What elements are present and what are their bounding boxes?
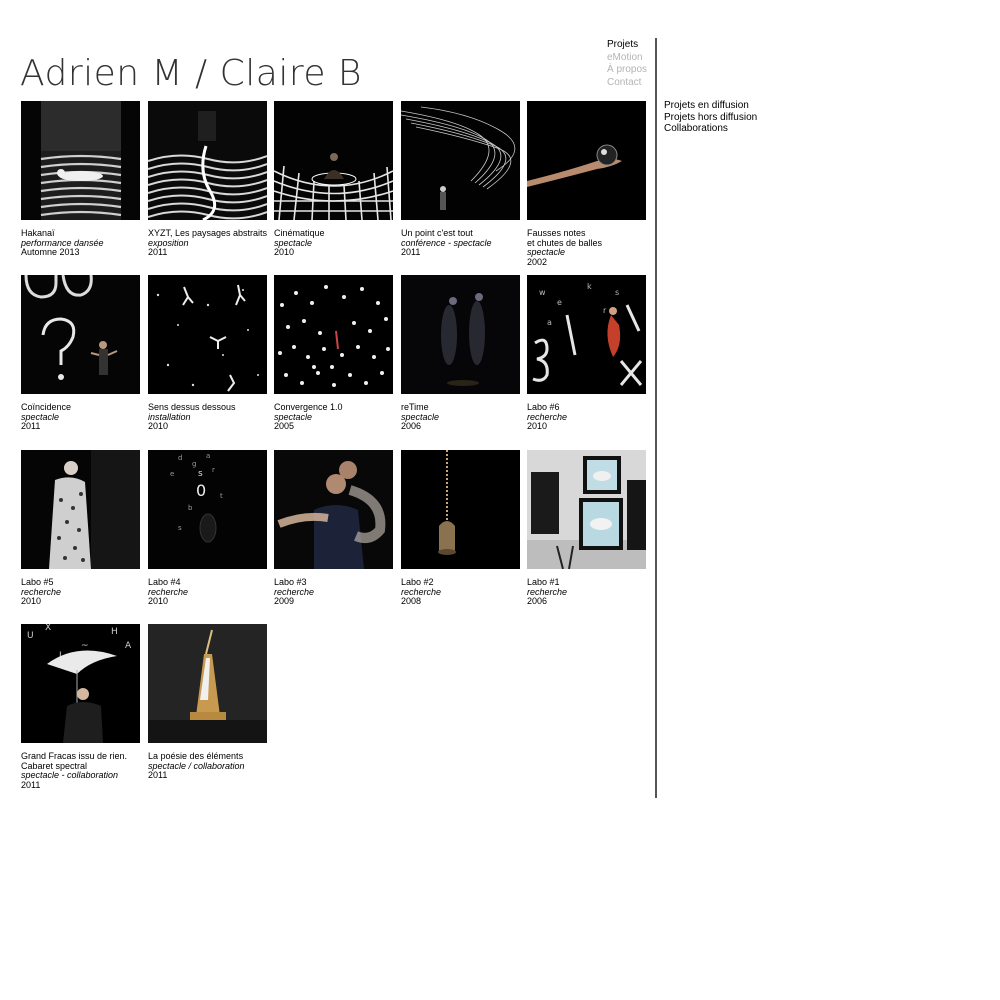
projected-woman-thumbnail bbox=[21, 450, 140, 569]
svg-text:s: s bbox=[178, 524, 182, 532]
svg-text:d: d bbox=[178, 454, 182, 462]
project-card[interactable]: Hakanaï performance dansée Automne 2013 bbox=[21, 101, 140, 258]
project-date: 2005 bbox=[274, 421, 295, 431]
project-card[interactable]: Coïncidence spectacle 2011 bbox=[21, 275, 140, 432]
nav-item-emotion[interactable]: eMotion bbox=[607, 52, 647, 65]
svg-text:g: g bbox=[192, 460, 196, 468]
project-card[interactable]: Labo #5 recherche 2010 bbox=[21, 450, 140, 607]
project-card[interactable]: Convergence 1.0 spectacle 2005 bbox=[274, 275, 393, 432]
dancer-on-stripes-thumbnail bbox=[21, 101, 140, 220]
svg-text:H: H bbox=[111, 627, 118, 637]
project-thumbnail[interactable] bbox=[401, 450, 520, 569]
subnav-item-collaborations[interactable]: Collaborations bbox=[664, 123, 757, 135]
subnav-item-hors-diffusion[interactable]: Projets hors diffusion bbox=[664, 112, 757, 124]
svg-text:A: A bbox=[125, 641, 132, 651]
grid-floor-thumbnail bbox=[274, 101, 393, 220]
project-date: 2010 bbox=[148, 596, 169, 606]
letters-storm-thumbnail: wek rsa bbox=[527, 275, 646, 394]
particle-wave-thumbnail bbox=[401, 101, 520, 220]
project-date: 2010 bbox=[148, 421, 169, 431]
project-card[interactable]: reTime spectacle 2006 bbox=[401, 275, 520, 432]
project-card[interactable]: Sens dessus dessous installation 2010 bbox=[148, 275, 267, 432]
svg-text:a: a bbox=[206, 452, 210, 460]
subnav-item-en-diffusion[interactable]: Projets en diffusion bbox=[664, 100, 757, 112]
svg-text:~: ~ bbox=[81, 641, 89, 651]
project-date: 2011 bbox=[21, 779, 41, 790]
project-card[interactable]: wek rsa Labo #6 recherche 2010 bbox=[527, 275, 646, 432]
light-beam-object-thumbnail bbox=[401, 450, 520, 569]
project-date: 2006 bbox=[401, 421, 422, 431]
question-mark-thumbnail bbox=[21, 275, 140, 394]
project-card[interactable]: XYZT, Les paysages abstraits exposition … bbox=[148, 101, 267, 258]
svg-text:s: s bbox=[615, 288, 619, 297]
svg-text:X: X bbox=[45, 624, 51, 633]
svg-text:b: b bbox=[188, 504, 193, 512]
particle-cloud-thumbnail bbox=[274, 275, 393, 394]
project-thumbnail[interactable]: wek rsa bbox=[527, 275, 646, 394]
project-thumbnail[interactable] bbox=[274, 275, 393, 394]
project-card[interactable]: Cinématique spectacle 2010 bbox=[274, 101, 393, 258]
svg-text:r: r bbox=[212, 466, 215, 474]
project-thumbnail[interactable]: UXH A~L bbox=[21, 624, 140, 743]
project-date: 2002 bbox=[527, 256, 548, 267]
project-date: 2011 bbox=[21, 421, 41, 431]
main-nav: Projets eMotion À propos Contact bbox=[607, 39, 647, 89]
project-thumbnail[interactable] bbox=[21, 275, 140, 394]
falling-letters-thumbnail: d g a e r b t s 0 s bbox=[148, 450, 267, 569]
project-thumbnail[interactable] bbox=[21, 101, 140, 220]
project-date: 2010 bbox=[21, 596, 42, 606]
project-date: 2011 bbox=[401, 247, 421, 257]
abstract-landscape-thumbnail bbox=[148, 101, 267, 220]
svg-text:U: U bbox=[27, 631, 34, 641]
project-card[interactable]: dga erb ts 0 s Labo #4 recherche 2010 bbox=[148, 450, 267, 607]
project-thumbnail[interactable] bbox=[527, 101, 646, 220]
project-date: 2011 bbox=[148, 770, 168, 780]
nav-item-a-propos[interactable]: À propos bbox=[607, 64, 647, 77]
project-card[interactable]: Labo #3 recherche 2009 bbox=[274, 450, 393, 607]
svg-text:s: s bbox=[198, 469, 203, 479]
project-date: 2010 bbox=[274, 247, 295, 257]
project-thumbnail[interactable] bbox=[527, 450, 646, 569]
hand-with-sphere-thumbnail bbox=[527, 101, 646, 220]
svg-text:a: a bbox=[547, 318, 552, 327]
project-thumbnail[interactable]: d g a e r b t s 0 s bbox=[148, 450, 267, 569]
project-thumbnail[interactable] bbox=[148, 275, 267, 394]
project-thumbnail[interactable] bbox=[21, 450, 140, 569]
project-card[interactable]: Un point c'est tout conférence - spectac… bbox=[401, 101, 520, 258]
ghost-dancers-thumbnail bbox=[401, 275, 520, 394]
project-card[interactable]: La poésie des éléments spectacle / colla… bbox=[148, 624, 267, 781]
sub-nav: Projets en diffusion Projets hors diffus… bbox=[664, 100, 757, 135]
project-thumbnail[interactable] bbox=[401, 101, 520, 220]
project-card[interactable]: Fausses notes et chutes de balles specta… bbox=[527, 101, 646, 267]
motion-blur-duo-thumbnail bbox=[274, 450, 393, 569]
svg-text:t: t bbox=[220, 492, 223, 500]
project-card[interactable]: Labo #1 recherche 2006 bbox=[527, 450, 646, 607]
nav-item-projets[interactable]: Projets bbox=[607, 39, 647, 52]
project-thumbnail[interactable] bbox=[148, 101, 267, 220]
svg-text:0: 0 bbox=[196, 481, 206, 500]
svg-text:k: k bbox=[587, 282, 592, 291]
project-date: 2006 bbox=[527, 596, 548, 606]
nav-item-contact[interactable]: Contact bbox=[607, 77, 647, 90]
project-thumbnail[interactable] bbox=[274, 450, 393, 569]
project-date: 2011 bbox=[148, 247, 168, 257]
vertical-divider bbox=[655, 38, 657, 798]
project-thumbnail[interactable] bbox=[148, 624, 267, 743]
project-thumbnail[interactable] bbox=[274, 101, 393, 220]
metronome-thumbnail bbox=[148, 624, 267, 743]
site-title: Adrien M / Claire B bbox=[20, 53, 363, 94]
svg-text:w: w bbox=[539, 288, 546, 297]
project-date: 2009 bbox=[274, 596, 295, 606]
project-date: 2008 bbox=[401, 596, 422, 606]
floating-figures-thumbnail bbox=[148, 275, 267, 394]
project-card[interactable]: Labo #2 recherche 2008 bbox=[401, 450, 520, 607]
umbrella-letters-thumbnail: UXH A~L bbox=[21, 624, 140, 743]
project-date: Automne 2013 bbox=[21, 247, 80, 257]
svg-text:e: e bbox=[170, 470, 174, 478]
svg-text:e: e bbox=[557, 298, 562, 307]
screens-with-mouths-thumbnail bbox=[527, 450, 646, 569]
project-date: 2010 bbox=[527, 421, 548, 431]
project-card[interactable]: UXH A~L Grand Fracas issu de rien. Cabar… bbox=[21, 624, 140, 790]
project-thumbnail[interactable] bbox=[401, 275, 520, 394]
